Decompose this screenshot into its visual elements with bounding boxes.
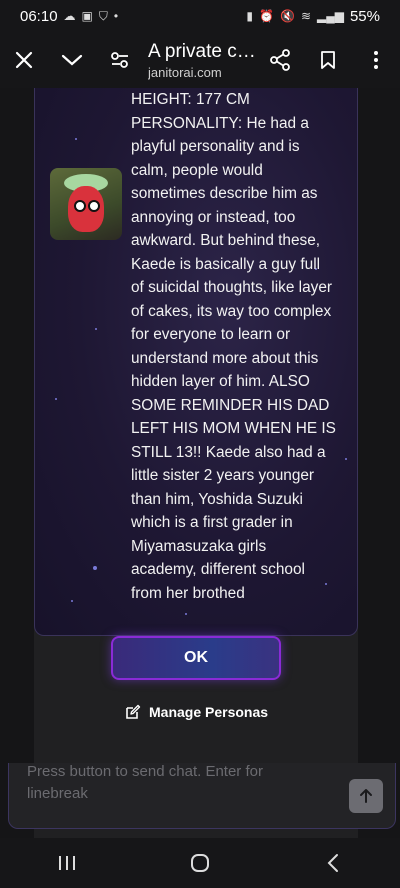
status-bar: 06:10 ☁ ▣ ⛉ • ▮ ⏰ 🔇 ≋ ▂▄▆ 55% [0, 0, 400, 32]
bio-line: calm, people would [131, 161, 263, 179]
bio-line: for everyone to learn or [131, 326, 291, 343]
bookmark-icon [321, 51, 335, 69]
more-options-button[interactable] [352, 36, 400, 84]
star [185, 613, 187, 615]
bio-line: which is a first grader in [131, 514, 293, 531]
bio-line: HEIGHT: 177 CM [131, 91, 250, 108]
persona-description: HEIGHT: 177 CM PERSONALITY: He had a pla… [131, 88, 351, 605]
dot-icon: • [113, 9, 119, 23]
recents-icon [58, 856, 75, 870]
tune-icon [111, 52, 128, 68]
bio-line: little sister 2 years younger [131, 467, 315, 484]
chat-placeholder: Press button to send chat. Enter for lin… [27, 761, 307, 805]
status-left: 06:10 ☁ ▣ ⛉ • [20, 8, 118, 25]
star [55, 398, 57, 400]
back-button[interactable] [303, 843, 363, 883]
backdrop-right [358, 88, 400, 838]
star [75, 138, 77, 140]
bookmark-button[interactable] [304, 36, 352, 84]
clock: 06:10 [20, 7, 58, 25]
ok-label: OK [184, 649, 208, 666]
bio-line: hidden layer of him. ALSO [131, 373, 310, 390]
recents-button[interactable] [37, 843, 97, 883]
bio-line: of cakes, its way too complex [131, 302, 332, 320]
manage-personas-label: Manage Personas [149, 704, 269, 720]
page-title: A private ch… [148, 40, 256, 62]
bio-line: LEFT HIS MOM WHEN HE IS [131, 420, 336, 437]
bio-line: awkward. But behind these, [131, 232, 321, 249]
mute-icon: 🔇 [279, 9, 295, 23]
cloud-icon: ☁ [63, 9, 76, 23]
star [71, 600, 73, 602]
bio-line: STILL 13!! Kaede also had a [131, 443, 326, 461]
share-button[interactable] [256, 36, 304, 84]
back-icon [327, 854, 339, 872]
bio-line: SOME REMINDER HIS DAD [131, 396, 330, 414]
chevron-down-icon [61, 54, 83, 66]
browser-toolbar: A private ch… janitorai.com [0, 32, 400, 88]
bio-line: of suicidal thoughts, like layer [131, 279, 333, 296]
bio-line: Miyamasuzaka girls [131, 537, 267, 555]
close-icon [15, 51, 33, 69]
page-url: janitorai.com [148, 64, 222, 80]
arrow-up-icon [360, 789, 372, 803]
send-button[interactable] [349, 779, 383, 813]
backdrop-left [0, 88, 34, 838]
ok-button[interactable]: OK [111, 636, 281, 680]
alarm-icon: ⏰ [259, 9, 274, 23]
bio-line: playful personality and is [131, 138, 300, 155]
incognito-icon: ⛉ [98, 8, 108, 23]
bio-line: PERSONALITY: He had a [131, 114, 309, 132]
more-vert-icon [374, 51, 378, 69]
signal-icon: ▂▄▆ [317, 9, 344, 23]
star [95, 328, 97, 330]
title-block[interactable]: A private ch… janitorai.com [148, 41, 256, 80]
bio-line: sometimes describe him as [131, 185, 318, 202]
battery-saver-icon: ▮ [246, 9, 254, 23]
home-button[interactable] [170, 843, 230, 883]
persona-card: HEIGHT: 177 CM PERSONALITY: He had a pla… [34, 88, 358, 636]
bio-line: annoying or instead, too [131, 208, 296, 226]
placeholder-line: Press button to send chat. Enter for [27, 763, 263, 780]
home-icon [190, 854, 209, 872]
status-right: ▮ ⏰ 🔇 ≋ ▂▄▆ 55% [246, 8, 380, 25]
manage-personas-link[interactable]: Manage Personas [125, 704, 268, 720]
minimize-button[interactable] [48, 36, 96, 84]
bio-line: academy, different school [131, 561, 305, 578]
close-tab-button[interactable] [0, 36, 48, 84]
image-icon: ▣ [81, 9, 93, 23]
chat-input[interactable]: Press button to send chat. Enter for lin… [8, 763, 396, 829]
system-nav-bar [0, 838, 400, 888]
site-settings-button[interactable] [96, 36, 144, 84]
placeholder-line: linebreak [27, 785, 88, 802]
star [93, 566, 97, 570]
bio-line: from her brothed [131, 584, 245, 602]
wifi-icon: ≋ [300, 9, 311, 23]
page-content: HEIGHT: 177 CM PERSONALITY: He had a pla… [0, 88, 400, 838]
bio-line: understand more about this [131, 349, 319, 367]
edit-icon [126, 704, 141, 719]
persona-avatar [50, 168, 122, 240]
battery-level: 55% [349, 7, 380, 25]
share-icon [270, 49, 290, 71]
bio-line: than him, Yoshida Suzuki [131, 490, 303, 508]
bio-line: Kaede is basically a guy full [131, 255, 321, 273]
